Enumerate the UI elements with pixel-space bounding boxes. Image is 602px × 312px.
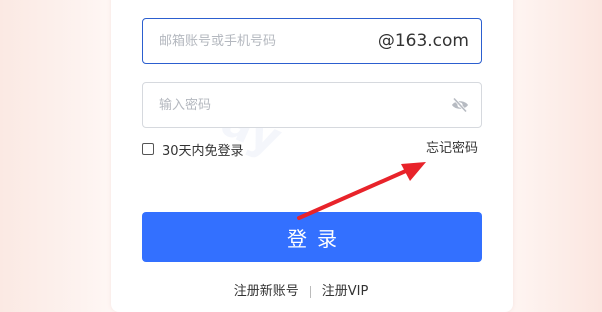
register-link[interactable]: 注册新账号: [234, 283, 299, 301]
email-domain-suffix: @163.com: [377, 31, 469, 51]
remember-me[interactable]: 30天内免登录: [142, 140, 244, 159]
email-input[interactable]: [159, 19, 379, 63]
login-button[interactable]: 登录: [142, 212, 482, 262]
eye-off-icon[interactable]: [451, 97, 469, 113]
password-field[interactable]: [142, 82, 482, 128]
register-vip-link[interactable]: 注册VIP: [322, 283, 369, 301]
remember-me-label: 30天内免登录: [162, 143, 244, 159]
remember-me-checkbox[interactable]: [142, 143, 154, 155]
footer-links: 注册新账号 注册VIP: [0, 283, 602, 301]
link-divider: [309, 286, 311, 298]
password-input[interactable]: [159, 83, 379, 127]
forgot-password-link[interactable]: 忘记密码: [426, 140, 478, 158]
email-field[interactable]: @163.com: [142, 18, 482, 64]
